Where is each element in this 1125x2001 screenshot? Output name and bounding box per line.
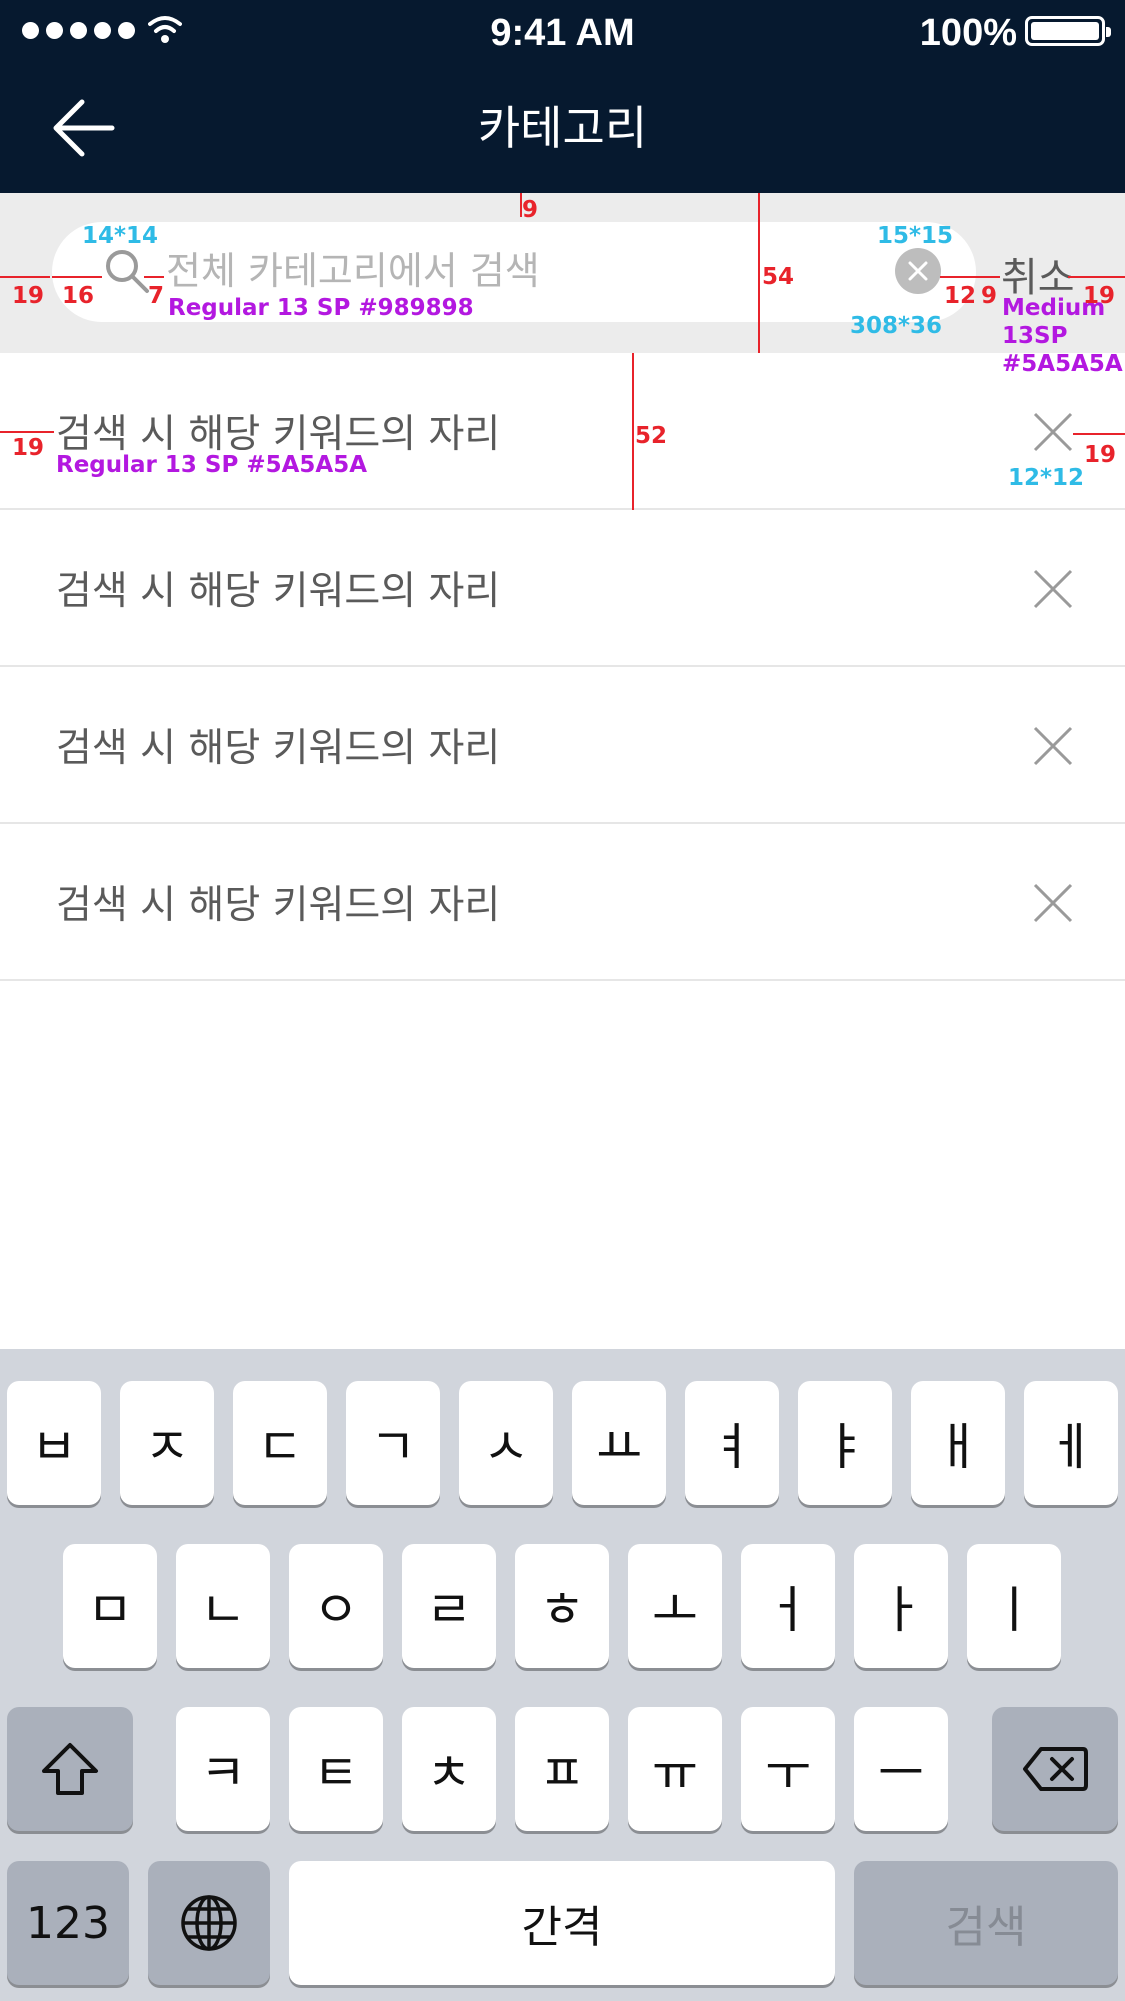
annotation-line-clear-pad [940,276,976,278]
annotation-clear-icon-size: 15*15 [877,223,954,249]
key[interactable]: ㅍ [515,1707,609,1831]
annotation-row-height: 52 [635,423,668,449]
annotation-top-gap: 9 [522,197,539,223]
shift-icon [42,1743,98,1795]
key[interactable]: ㅐ [911,1381,1005,1505]
annotation-line-cancel-gap [976,276,1000,278]
key[interactable]: ㅎ [515,1544,609,1668]
backspace-key[interactable] [992,1707,1118,1831]
key[interactable]: ㅇ [289,1544,383,1668]
annotation-row-right-margin: 19 [1084,442,1117,468]
history-item[interactable]: 검색 시 해당 키워드의 자리 [0,667,1125,824]
key[interactable]: ㅔ [1024,1381,1118,1505]
key[interactable]: ㅑ [798,1381,892,1505]
annotation-row-text-spec: Regular 13 SP #5A5A5A [56,452,368,478]
annotation-row-x-size: 12*12 [1008,465,1085,491]
annotation-row-left-margin: 19 [12,435,45,461]
key[interactable]: ㅊ [402,1707,496,1831]
history-keyword: 검색 시 해당 키워드의 자리 [56,412,501,457]
history-item[interactable]: 검색 시 해당 키워드의 자리 [0,353,1125,510]
key[interactable]: ㄷ [233,1381,327,1505]
key[interactable]: ㅠ [628,1707,722,1831]
history-item[interactable]: 검색 시 해당 키워드의 자리 [0,824,1125,981]
annotation-field-size: 308*36 [850,313,943,339]
status-bar: 9:41 AM 100% [0,0,1125,64]
key[interactable]: ㅌ [289,1707,383,1831]
history-keyword: 검색 시 해당 키워드의 자리 [56,569,501,614]
search-key-label: 검색 [945,1902,1027,1953]
annotation-line-left-margin [0,276,50,278]
battery-percentage: 100% [919,12,1017,54]
key[interactable]: ㅡ [854,1707,948,1831]
numbers-key-label: 123 [26,1897,110,1949]
key[interactable]: ㄴ [176,1544,270,1668]
clear-search-button[interactable] [895,248,941,294]
key[interactable]: ㄱ [346,1381,440,1505]
key[interactable]: ㅛ [572,1381,666,1505]
globe-icon [181,1895,237,1951]
annotation-line-icon-gap [144,276,164,278]
keyboard: ㅂ ㅈ ㄷ ㄱ ㅅ ㅛ ㅕ ㅑ ㅐ ㅔ ㅁ ㄴ ㅇ ㄹ ㅎ ㅗ ㅓ ㅏ ㅣ ㅋ … [0,1349,1125,2001]
delete-history-icon[interactable] [1033,726,1073,766]
battery-icon [1025,16,1111,46]
key[interactable]: ㅕ [685,1381,779,1505]
annotation-clear-right-pad: 12 [944,283,977,309]
page-title: 카테고리 [477,101,648,155]
key[interactable]: ㅗ [628,1544,722,1668]
key[interactable]: ㅅ [459,1381,553,1505]
search-icon [106,250,149,293]
annotation-search-icon-size: 14*14 [82,223,159,249]
key[interactable]: ㅣ [967,1544,1061,1668]
history-keyword: 검색 시 해당 키워드의 자리 [56,726,501,771]
annotation-icon-text-gap: 7 [148,283,165,309]
annotation-icon-left-pad: 16 [62,283,95,309]
annotation-line-row-height [632,353,634,510]
key[interactable]: ㅏ [854,1544,948,1668]
annotation-bar-height: 54 [762,264,795,290]
key[interactable]: ㅓ [741,1544,835,1668]
delete-history-icon[interactable] [1033,412,1073,452]
space-key[interactable]: 간격 [289,1861,835,1985]
key[interactable]: ㅂ [7,1381,101,1505]
shift-key[interactable] [7,1707,133,1831]
annotation-right-margin: 19 [1083,283,1116,309]
key[interactable]: ㅋ [176,1707,270,1831]
annotation-line-right-margin [1068,276,1125,278]
annotation-placeholder-spec: Regular 13 SP #989898 [168,295,474,321]
annotation-line-row-left [0,431,54,433]
key[interactable]: ㅁ [63,1544,157,1668]
search-history-list: 검색 시 해당 키워드의 자리 검색 시 해당 키워드의 자리 검색 시 해당 … [0,353,1125,981]
annotation-line-icon-pad [52,276,102,278]
annotation-line-row-right [1073,433,1125,435]
app-header: 9:41 AM 100% 카테고리 [0,0,1125,193]
annotation-cancel-spec-size: 13SP [1002,323,1068,349]
annotation-cancel-gap: 9 [981,283,998,309]
search-key[interactable]: 검색 [854,1861,1118,1985]
close-icon [908,261,928,281]
search-bar: 전체 카테고리에서 검색 취소 [0,193,1125,353]
globe-key[interactable] [148,1861,270,1985]
history-item[interactable]: 검색 시 해당 키워드의 자리 [0,510,1125,667]
history-keyword: 검색 시 해당 키워드의 자리 [56,883,501,928]
delete-history-icon[interactable] [1033,883,1073,923]
space-key-label: 간격 [521,1902,603,1953]
key[interactable]: ㅈ [120,1381,214,1505]
key[interactable]: ㄹ [402,1544,496,1668]
numbers-key[interactable]: 123 [7,1861,129,1985]
delete-history-icon[interactable] [1033,569,1073,609]
key[interactable]: ㅜ [741,1707,835,1831]
backspace-icon [1023,1747,1088,1791]
annotation-left-margin: 19 [12,283,45,309]
annotation-line-bar-height [758,193,760,353]
search-placeholder: 전체 카테고리에서 검색 [166,249,540,293]
